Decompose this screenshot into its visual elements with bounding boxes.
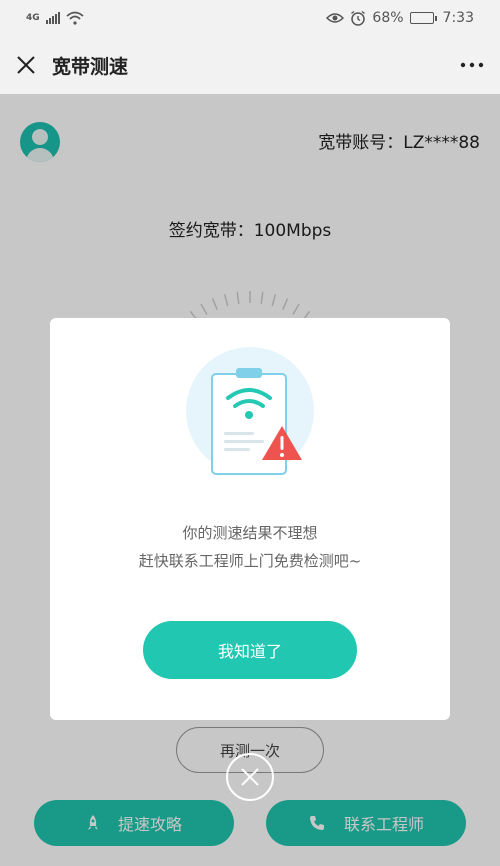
acknowledge-button[interactable]: 我知道了 xyxy=(143,621,357,679)
title-bar: 宽带测速 xyxy=(0,36,500,94)
close-icon[interactable] xyxy=(16,55,36,75)
network-type: 4G xyxy=(26,12,40,23)
dialog-close-button[interactable] xyxy=(226,753,274,801)
status-bar: 4G 68% 7:33 xyxy=(0,0,500,36)
signal-icon xyxy=(45,12,60,24)
close-icon xyxy=(241,768,259,786)
page-title: 宽带测速 xyxy=(52,55,129,78)
dialog-message-line1: 你的测速结果不理想 xyxy=(182,524,318,542)
battery-percent: 68% xyxy=(372,10,404,26)
eye-icon xyxy=(326,13,345,23)
more-icon[interactable] xyxy=(460,62,484,68)
poor-signal-illustration xyxy=(186,347,314,475)
dialog-message-line2: 赶快联系工程师上门免费检测吧~ xyxy=(138,552,362,570)
clock: 7:33 xyxy=(442,10,474,26)
result-dialog: 你的测速结果不理想 赶快联系工程师上门免费检测吧~ 我知道了 xyxy=(50,318,450,720)
alarm-icon xyxy=(351,10,366,26)
wifi-icon xyxy=(66,11,84,25)
battery-icon xyxy=(409,12,437,24)
